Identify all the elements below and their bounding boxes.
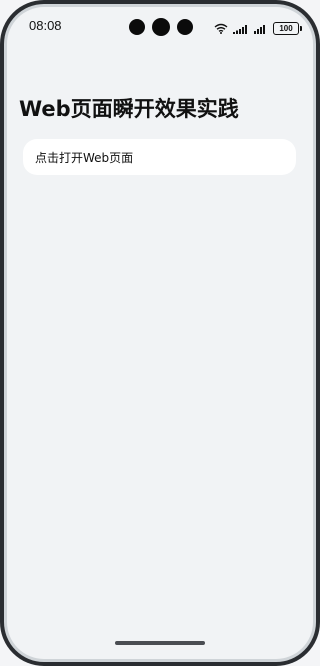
device-frame: 08:08 100 Web页面瞬开效果实践 点击打开Web页面 [0,0,320,666]
home-indicator[interactable] [115,641,205,645]
status-icons: 100 [214,19,302,38]
signal-icon [233,19,249,38]
camera-icon [177,19,193,35]
page-title: Web页面瞬开效果实践 [19,97,239,121]
screen: 08:08 100 Web页面瞬开效果实践 点击打开Web页面 [7,7,313,659]
status-bar: 08:08 100 [7,7,313,47]
status-time: 08:08 [29,18,62,33]
camera-icon [129,19,145,35]
wifi-icon [214,19,228,38]
signal-icon [254,19,268,38]
battery-icon: 100 [273,22,302,35]
device-bezel: 08:08 100 Web页面瞬开效果实践 点击打开Web页面 [4,4,316,662]
open-web-page-label: 点击打开Web页面 [35,150,134,165]
camera-icon [152,18,170,36]
open-web-page-button[interactable]: 点击打开Web页面 [23,139,296,175]
